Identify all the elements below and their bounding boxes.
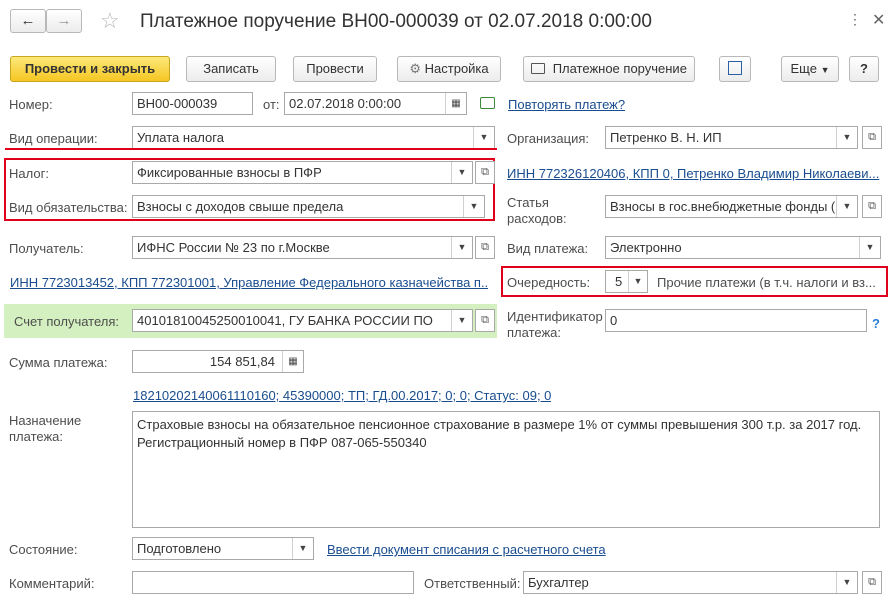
organization-inn-link[interactable]: ИНН 772326120406, КПП 0, Петренко Владим… [507, 166, 883, 181]
arrow-left-icon: ← [20, 12, 36, 29]
state-label: Состояние: [9, 542, 78, 557]
arrow-right-icon: → [56, 12, 72, 29]
chevron-down-icon[interactable]: ▼ [451, 237, 472, 258]
help-icon[interactable]: ? [872, 316, 880, 331]
structure-button[interactable] [719, 56, 751, 82]
purpose-label: Назначение платежа: [9, 413, 82, 444]
responsible-label: Ответственный: [424, 576, 521, 591]
more-vertical-icon[interactable]: ⋮ [848, 11, 862, 28]
expense-label: Статья расходов: [507, 195, 567, 226]
date-from-label: от: [263, 97, 280, 112]
responsible-select[interactable]: Бухгалтер ▼ [523, 571, 858, 594]
chevron-down-icon[interactable]: ▼ [463, 196, 484, 217]
organization-label: Организация: [507, 131, 590, 146]
more-button[interactable]: Еще ▼ [781, 56, 839, 82]
comment-field[interactable] [132, 571, 414, 594]
post-button[interactable]: Провести [293, 56, 377, 82]
open-icon[interactable]: ⧉ [475, 161, 495, 184]
forward-button[interactable]: → [46, 9, 82, 33]
operation-type-underline [5, 148, 497, 150]
chevron-down-icon[interactable]: ▼ [473, 127, 494, 148]
back-button[interactable]: ← [10, 9, 46, 33]
tax-label: Налог: [9, 166, 49, 181]
writeoff-document-link[interactable]: Ввести документ списания с расчетного сч… [327, 542, 606, 557]
date-field[interactable]: 02.07.2018 0:00:00 ▦ [284, 92, 467, 115]
operation-type-label: Вид операции: [9, 131, 98, 146]
priority-description: Прочие платежи (в т.ч. налоги и вз... [657, 275, 876, 290]
open-icon[interactable]: ⧉ [862, 195, 882, 218]
recipient-inn-link[interactable]: ИНН 7723013452, КПП 772301001, Управлени… [10, 275, 488, 290]
chevron-down-icon[interactable]: ▼ [859, 237, 880, 258]
help-button[interactable]: ? [849, 56, 879, 82]
account-select[interactable]: 40101810045250010041, ГУ БАНКА РОССИИ ПО… [132, 309, 473, 332]
open-icon[interactable]: ⧉ [862, 126, 882, 149]
repeat-icon [480, 97, 495, 109]
identifier-label: Идентификатор платежа: [507, 309, 603, 340]
open-icon[interactable]: ⧉ [475, 236, 495, 259]
chevron-down-icon[interactable]: ▼ [836, 196, 857, 217]
organization-select[interactable]: Петренко В. Н. ИП ▼ [605, 126, 858, 149]
repeat-payment-link[interactable]: Повторять платеж? [508, 97, 625, 112]
chevron-down-icon: ▼ [820, 65, 830, 75]
chevron-down-icon[interactable]: ▼ [628, 271, 647, 292]
account-label: Счет получателя: [14, 314, 120, 329]
printer-icon [531, 63, 546, 74]
payment-type-select[interactable]: Электронно ▼ [605, 236, 881, 259]
page-title: Платежное поручение ВН00-000039 от 02.07… [140, 11, 652, 32]
amount-field[interactable]: 154 851,84 ▦ [132, 350, 304, 373]
amount-label: Сумма платежа: [9, 355, 108, 370]
post-and-close-button[interactable]: Провести и закрыть [10, 56, 170, 82]
recipient-select[interactable]: ИФНС России № 23 по г.Москве ▼ [132, 236, 473, 259]
chevron-down-icon[interactable]: ▼ [451, 310, 472, 331]
priority-label: Очередность: [507, 275, 591, 290]
tax-select[interactable]: Фиксированные взносы в ПФР ▼ [132, 161, 473, 184]
save-button[interactable]: Записать [186, 56, 276, 82]
obligation-select[interactable]: Взносы с доходов свыше предела ▼ [132, 195, 485, 218]
comment-label: Комментарий: [9, 576, 95, 591]
gear-icon: ⚙ [409, 61, 422, 76]
obligation-label: Вид обязательства: [9, 200, 128, 215]
star-icon[interactable]: ☆ [100, 8, 120, 34]
identifier-field[interactable]: 0 [605, 309, 867, 332]
chevron-down-icon[interactable]: ▼ [836, 127, 857, 148]
expense-select[interactable]: Взносы в гос.внебюджетные фонды ( ▼ [605, 195, 858, 218]
payment-order-print-button[interactable]: Платежное поручение [523, 56, 695, 82]
kbk-details-link[interactable]: 18210202140061110160; 45390000; ТП; ГД.0… [133, 388, 551, 403]
open-icon[interactable]: ⧉ [475, 309, 495, 332]
state-select[interactable]: Подготовлено ▼ [132, 537, 314, 560]
purpose-textarea[interactable]: Страховые взносы на обязательное пенсион… [132, 411, 880, 528]
calendar-icon[interactable]: ▦ [445, 93, 466, 114]
close-icon[interactable]: ✕ [872, 10, 885, 30]
calculator-icon[interactable]: ▦ [282, 351, 303, 372]
chevron-down-icon[interactable]: ▼ [292, 538, 313, 559]
settings-button[interactable]: ⚙ Настройка [397, 56, 501, 82]
payment-type-label: Вид платежа: [507, 241, 589, 256]
number-field[interactable]: ВН00-000039 [132, 92, 253, 115]
priority-select[interactable]: 5 ▼ [605, 270, 648, 293]
hierarchy-icon [728, 61, 742, 75]
operation-type-select[interactable]: Уплата налога ▼ [132, 126, 495, 149]
number-label: Номер: [9, 97, 53, 112]
chevron-down-icon[interactable]: ▼ [451, 162, 472, 183]
recipient-label: Получатель: [9, 241, 84, 256]
chevron-down-icon[interactable]: ▼ [836, 572, 857, 593]
open-icon[interactable]: ⧉ [862, 571, 882, 594]
